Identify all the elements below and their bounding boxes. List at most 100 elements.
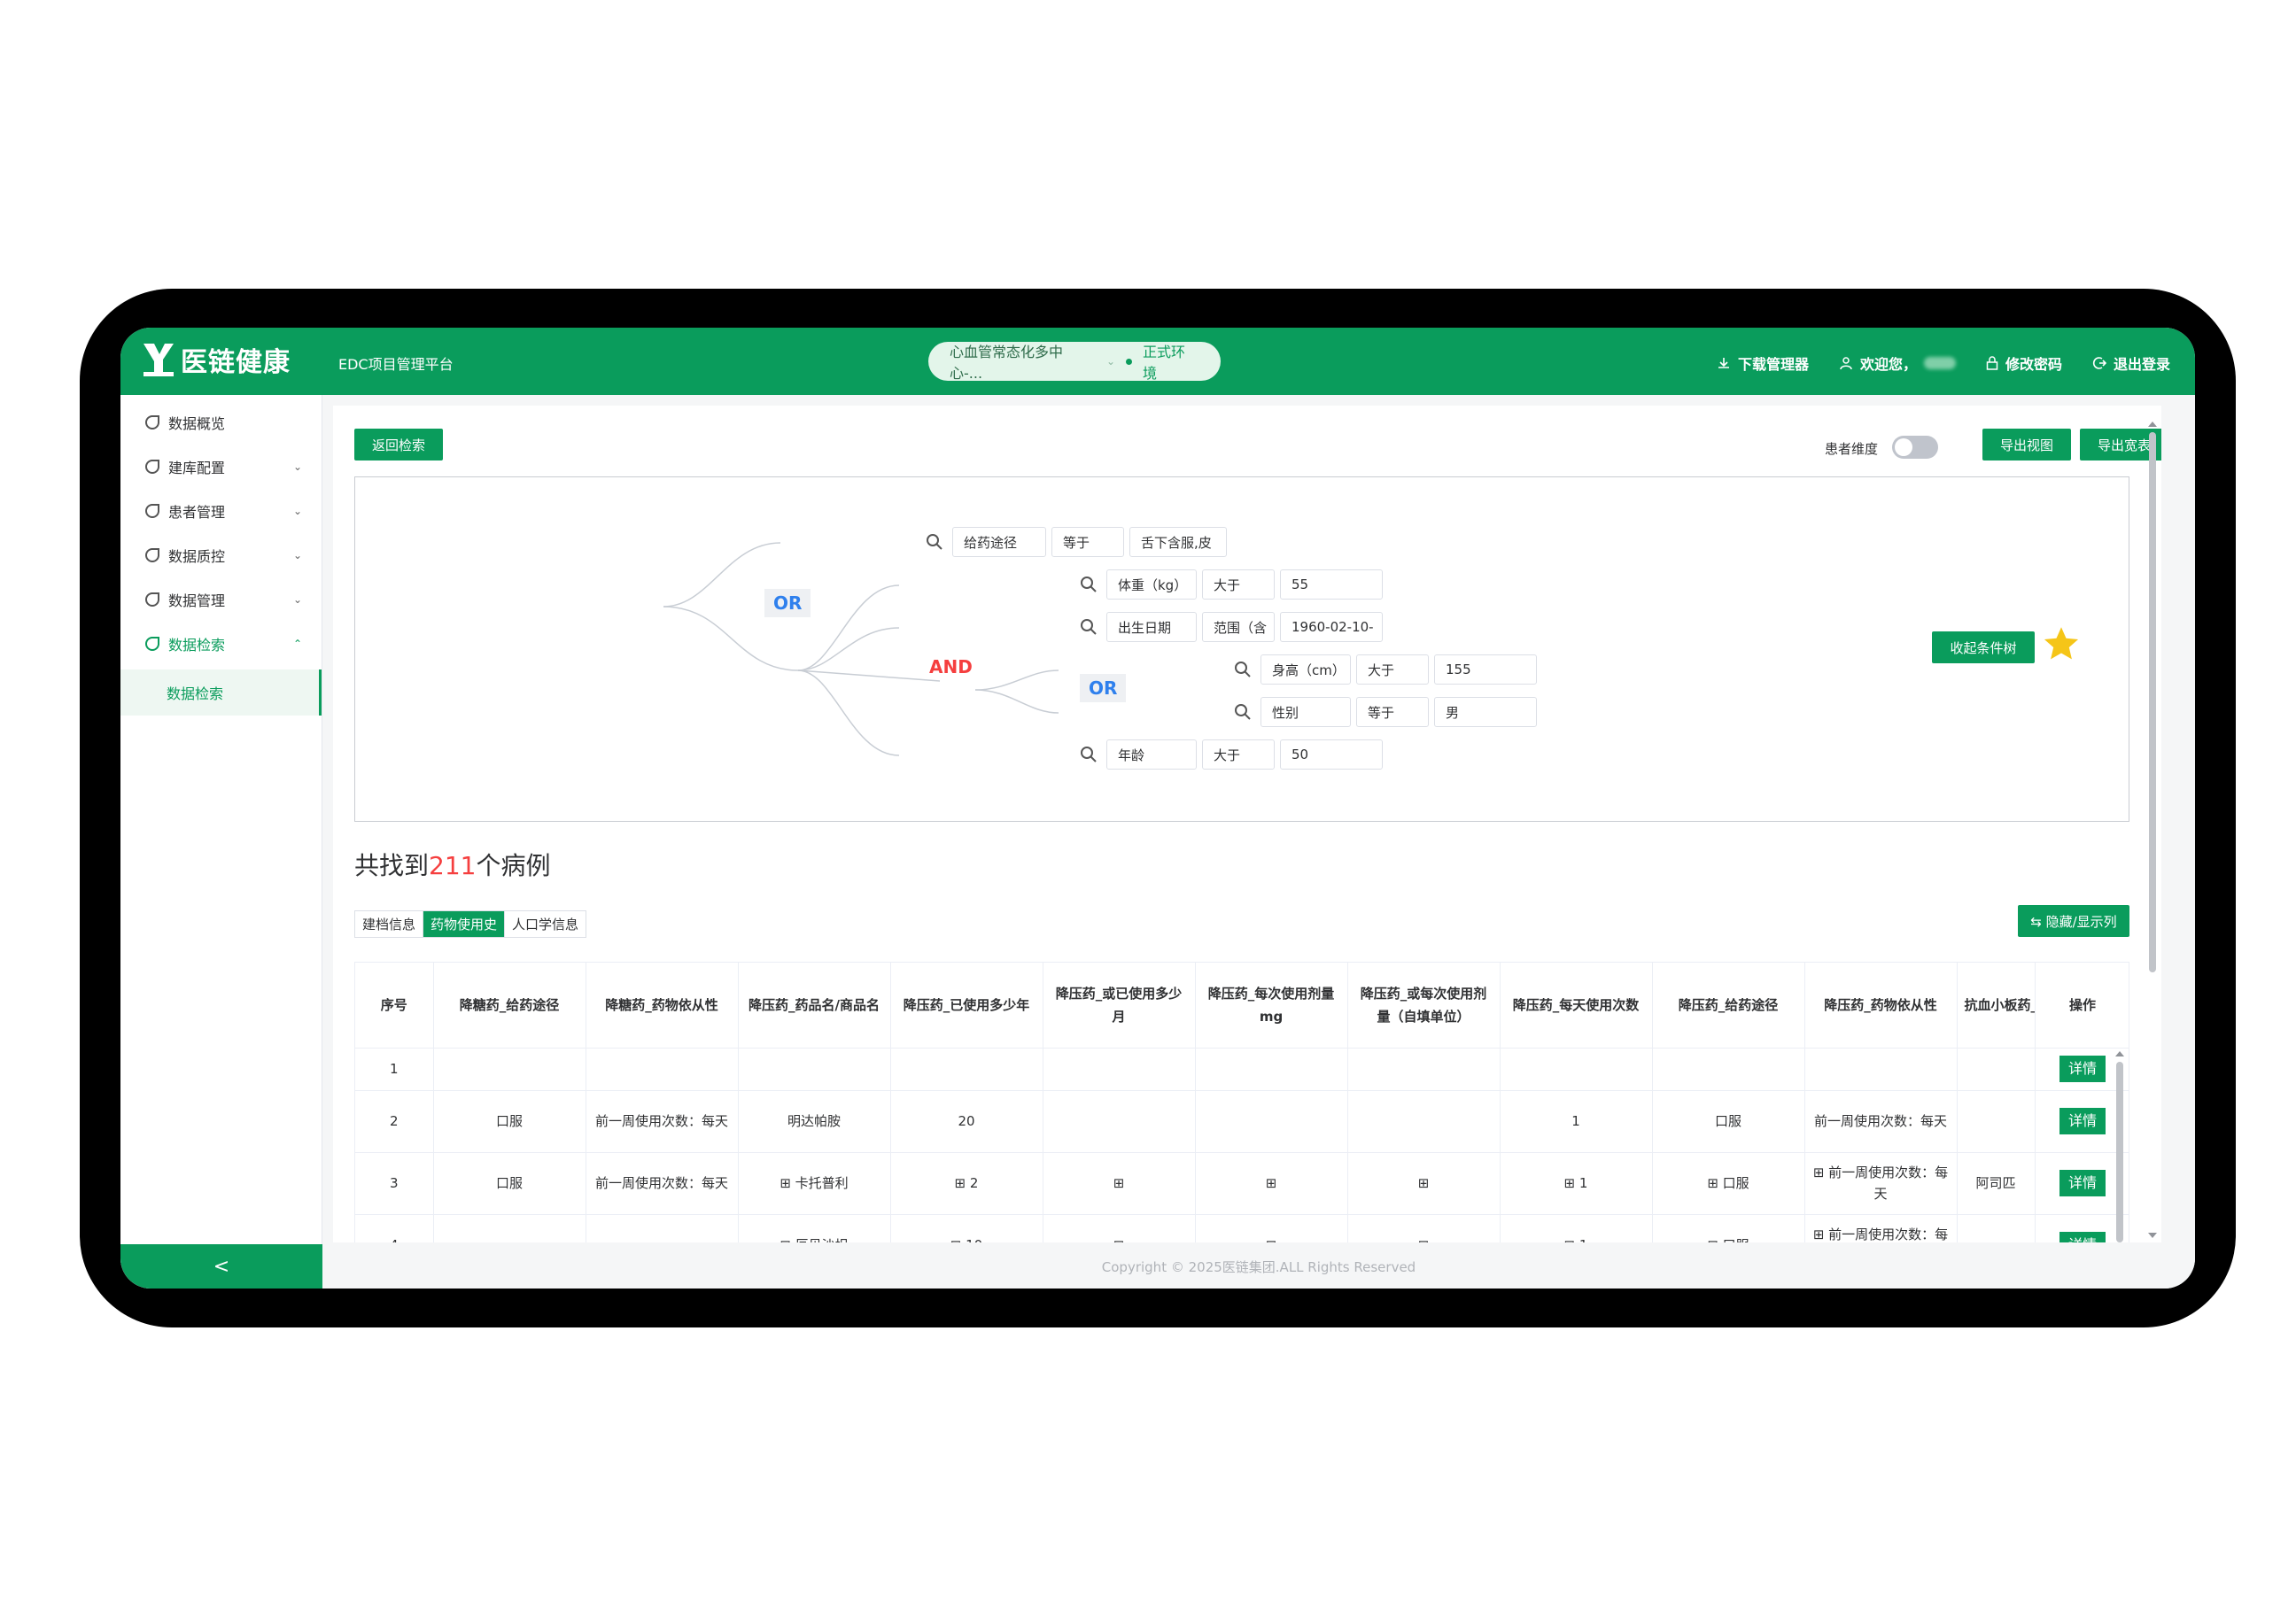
sidebar-item-patient-management[interactable]: 患者管理 ⌄ [120, 489, 322, 533]
table-cell[interactable]: ⊞ [1043, 1152, 1196, 1215]
condition-operator[interactable]: 大于 [1356, 654, 1429, 685]
result-count-suffix: 个病例 [476, 851, 551, 880]
column-header[interactable]: 降压药_每次使用剂量mg [1195, 963, 1348, 1049]
tab-medication-history[interactable]: 药物使用史 [423, 911, 506, 937]
sidebar-item-data-management[interactable]: 数据管理 ⌄ [120, 577, 322, 622]
table-cell[interactable]: ⊞ 1 [1500, 1214, 1653, 1242]
table-cell[interactable]: ⊞ 口服 [1652, 1152, 1805, 1215]
sidebar-item-db-config[interactable]: 建库配置 ⌄ [120, 445, 322, 489]
column-header[interactable]: 降压药_或每次使用剂量（自填单位） [1347, 963, 1501, 1049]
table-cell [1957, 1214, 2036, 1242]
result-count: 共找到211个病例 [354, 847, 550, 882]
condition-field[interactable]: 体重（kg） [1106, 569, 1197, 600]
column-header[interactable]: 降压药_药物依从性 [1804, 963, 1958, 1049]
column-header[interactable]: 降压药_药品名/商品名 [738, 963, 891, 1049]
table-cell[interactable]: ⊞ [1195, 1214, 1348, 1242]
table-cell[interactable]: ⊞ [1043, 1214, 1196, 1242]
table-cell[interactable]: ⊞ 卡托普利 [738, 1152, 891, 1215]
export-view-button[interactable]: 导出视图 [1982, 429, 2071, 460]
table-cell[interactable]: ⊞ 口服 [1652, 1214, 1805, 1242]
column-header[interactable]: 降压药_或已使用多少月 [1043, 963, 1196, 1049]
tab-archive-info[interactable]: 建档信息 [355, 911, 424, 937]
detail-button[interactable]: 详情 [2059, 1056, 2106, 1082]
chevron-down-icon: ⌄ [292, 549, 302, 561]
star-icon[interactable] [2042, 624, 2081, 663]
table-cell: 1 [1500, 1090, 1653, 1153]
table-cell[interactable]: ⊞ 前一周使用次数：每天 [1804, 1152, 1958, 1215]
table-cell[interactable]: ⊞ 厄贝沙坦 [738, 1214, 891, 1242]
detail-button[interactable]: 详情 [2059, 1108, 2106, 1134]
download-icon [1718, 358, 1729, 368]
sidebar-item-quality-control[interactable]: 数据质控 ⌄ [120, 533, 322, 577]
condition-value[interactable]: 55 [1280, 569, 1383, 600]
results-table: 序号 降糖药_给药途径 降糖药_药物依从性 降压药_药品名/商品名 降压药_已使… [354, 962, 2129, 1242]
condition-row[interactable]: 性别 等于 男 [1230, 697, 1537, 727]
detail-button[interactable]: 详情 [2059, 1170, 2106, 1196]
condition-field[interactable]: 出生日期 [1106, 612, 1197, 642]
column-header[interactable]: 降压药_给药途径 [1652, 963, 1805, 1049]
change-password-link[interactable]: 修改密码 [1986, 352, 2062, 374]
table-cell[interactable]: ⊞ [1195, 1152, 1348, 1215]
condition-field[interactable]: 性别 [1260, 697, 1351, 727]
pie-chart-icon [145, 637, 159, 651]
condition-operator[interactable]: 范围（含 [1202, 612, 1275, 642]
condition-value[interactable]: 1960-02-10- [1280, 612, 1383, 642]
condition-operator[interactable]: 大于 [1202, 739, 1275, 770]
condition-value[interactable]: 155 [1434, 654, 1537, 685]
page-scrollbar[interactable] [2147, 420, 2158, 1242]
table-scrollbar[interactable] [2113, 1048, 2127, 1242]
table-cell[interactable]: ⊞ [1347, 1214, 1501, 1242]
patient-dimension-label: 患者维度 [1825, 441, 1879, 457]
result-tabs: 建档信息 药物使用史 人口学信息 [354, 910, 587, 938]
detail-button[interactable]: 详情 [2059, 1232, 2106, 1242]
collapse-condition-tree-button[interactable]: 收起条件树 [1932, 631, 2035, 663]
condition-value[interactable]: 舌下含服,皮 [1129, 527, 1227, 557]
condition-row[interactable]: 体重（kg） 大于 55 [1076, 569, 1383, 600]
condition-field[interactable]: 给药途径 [952, 527, 1046, 557]
user-welcome: 欢迎您， [1839, 352, 1956, 374]
condition-field[interactable]: 年龄 [1106, 739, 1197, 770]
logout-link[interactable]: 退出登录 [2092, 352, 2170, 374]
column-header[interactable]: 降糖药_药物依从性 [586, 963, 739, 1049]
patient-dimension-toggle[interactable] [1892, 436, 1938, 459]
tree-and-node[interactable]: AND [920, 653, 981, 681]
platform-title: EDC项目管理平台 [338, 356, 454, 373]
condition-value[interactable]: 男 [1434, 697, 1537, 727]
condition-value[interactable]: 50 [1280, 739, 1383, 770]
project-select[interactable]: 心血管常态化多中心-... [950, 340, 1096, 383]
sidebar-item-label: 患者管理 [168, 504, 226, 521]
table-cell[interactable]: ⊞ 10 [890, 1214, 1043, 1242]
condition-operator[interactable]: 大于 [1202, 569, 1275, 600]
project-environment-selector[interactable]: 心血管常态化多中心-... ⌄ 正式环境 [928, 340, 1221, 383]
tree-root-or-node[interactable]: OR [764, 589, 811, 617]
condition-row[interactable]: 给药途径 等于 舌下含服,皮 [922, 527, 1227, 557]
tab-demographics[interactable]: 人口学信息 [505, 911, 586, 937]
table-cell[interactable]: ⊞ 1 [1500, 1152, 1653, 1215]
column-header[interactable]: 抗血小板药_药品名/商品 [1957, 963, 2036, 1049]
toggle-columns-button[interactable]: ⇆ 隐藏/显示列 [2018, 905, 2129, 937]
table-cell[interactable]: ⊞ 2 [890, 1152, 1043, 1215]
tree-inner-or-node[interactable]: OR [1080, 674, 1127, 702]
sidebar-item-data-search[interactable]: 数据检索 ⌃ [120, 622, 322, 666]
column-header[interactable]: 降糖药_给药途径 [433, 963, 586, 1049]
condition-row[interactable]: 身高（cm） 大于 155 [1230, 654, 1537, 685]
table-cell: 前一周使用次数：每天 [586, 1090, 739, 1153]
condition-operator[interactable]: 等于 [1051, 527, 1124, 557]
condition-row[interactable]: 出生日期 范围（含 1960-02-10- [1076, 612, 1383, 642]
sidebar-collapse-button[interactable]: < [120, 1244, 322, 1289]
table-cell[interactable]: ⊞ 前一周使用次数：每天 [1804, 1214, 1958, 1242]
column-header[interactable]: 序号 [355, 963, 434, 1049]
column-header[interactable]: 降压药_每天使用次数 [1500, 963, 1653, 1049]
condition-field[interactable]: 身高（cm） [1260, 654, 1351, 685]
column-header[interactable]: 降压药_已使用多少年 [890, 963, 1043, 1049]
main-area: 返回检索 患者维度 导出视图 导出宽表 OR AND OR 给药途径 等于 舌下… [322, 395, 2195, 1289]
condition-row[interactable]: 年龄 大于 50 [1076, 739, 1383, 770]
table-cell [1195, 1090, 1348, 1153]
table-cell[interactable]: ⊞ [1347, 1152, 1501, 1215]
condition-operator[interactable]: 等于 [1356, 697, 1429, 727]
search-icon [1081, 747, 1097, 762]
sidebar-item-overview[interactable]: 数据概览 [120, 400, 322, 445]
download-manager-link[interactable]: 下载管理器 [1717, 352, 1809, 374]
back-to-search-button[interactable]: 返回检索 [354, 429, 443, 460]
sidebar-subitem-data-search[interactable]: 数据检索 [120, 669, 322, 716]
